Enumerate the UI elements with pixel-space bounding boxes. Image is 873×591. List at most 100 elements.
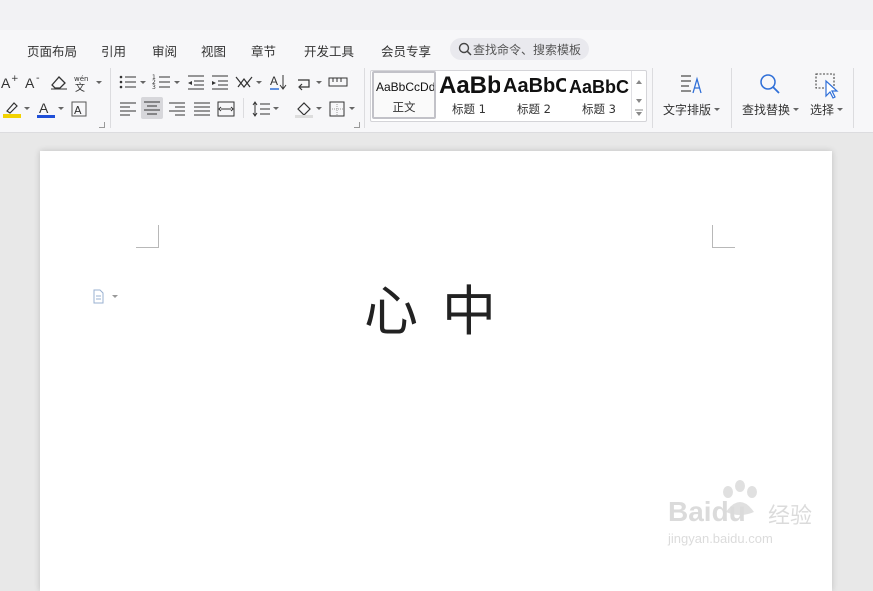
decrease-font-size-button[interactable]: A-	[24, 72, 46, 92]
tab-view[interactable]: 视图	[201, 41, 226, 60]
show-hide-marks-button[interactable]	[294, 72, 316, 92]
styles-gallery: AaBbCcDd 正文 AaBb 标题 1 AaBbC 标题 2 AaBbC 标…	[370, 70, 647, 122]
phonetic-guide-button[interactable]: wén 文	[72, 72, 94, 92]
shading-button[interactable]	[294, 99, 316, 119]
chinese-layout-icon	[235, 76, 253, 88]
svg-text:wén: wén	[74, 75, 88, 83]
chinese-layout-button[interactable]	[234, 72, 256, 92]
increase-indent-button[interactable]	[210, 72, 232, 92]
numbered-list-button[interactable]: 123	[152, 72, 174, 92]
style-preview: AaBbCcDd	[376, 80, 436, 94]
chevron-down-icon[interactable]	[24, 106, 30, 112]
chevron-down-icon	[837, 108, 843, 111]
chevron-down-icon[interactable]	[174, 80, 180, 86]
character-border-button[interactable]: A	[70, 99, 92, 119]
font-color-button[interactable]: A	[36, 99, 58, 119]
bullet-list-button[interactable]	[118, 72, 140, 92]
style-preview: AaBbC	[503, 75, 566, 97]
justify-button[interactable]	[191, 99, 213, 119]
document-body-text[interactable]: 心中	[364, 267, 520, 346]
align-center-icon	[144, 101, 160, 115]
chevron-down-icon[interactable]	[58, 106, 64, 112]
numbered-list-icon: 123	[152, 74, 170, 91]
text-layout-label: 文字排版	[663, 103, 712, 117]
tab-member-exclusive[interactable]: 会员专享	[381, 41, 431, 60]
style-heading-1[interactable]: AaBb 标题 1	[438, 71, 500, 119]
style-heading-3[interactable]: AaBbC 标题 3	[568, 71, 630, 119]
decrease-indent-button[interactable]	[186, 72, 208, 92]
tab-references[interactable]: 引用	[101, 41, 126, 60]
select-button[interactable]: 选择	[810, 70, 850, 122]
command-search-box[interactable]: 查找命令、搜索模板	[450, 38, 589, 60]
search-placeholder: 查找命令、搜索模板	[473, 43, 582, 57]
toolbar-separator	[731, 68, 732, 128]
line-spacing-icon	[252, 101, 270, 117]
align-left-button[interactable]	[117, 99, 139, 119]
watermark-url: jingyan.baidu.com	[668, 531, 773, 546]
tab-chapter[interactable]: 章节	[251, 41, 276, 60]
chevron-down-icon[interactable]	[316, 80, 322, 86]
borders-icon	[329, 101, 345, 117]
svg-text:文: 文	[75, 81, 85, 92]
align-right-button[interactable]	[166, 99, 188, 119]
sort-button[interactable]: A	[268, 72, 290, 92]
distributed-align-button[interactable]	[216, 99, 238, 119]
borders-button[interactable]	[327, 99, 349, 119]
chevron-down-icon[interactable]	[256, 80, 262, 86]
style-name: 标题 2	[517, 102, 551, 116]
ruler-button[interactable]	[328, 72, 350, 92]
svg-text:A: A	[74, 104, 82, 117]
paragraph-dialog-launcher[interactable]	[354, 122, 360, 128]
paint-bucket-icon	[295, 102, 313, 118]
highlight-color-button[interactable]	[2, 99, 24, 119]
indent-icon	[212, 75, 228, 90]
chevron-down-icon[interactable]	[140, 80, 146, 86]
cursor-select-icon	[815, 73, 839, 99]
svg-text:A: A	[1, 75, 11, 91]
font-color-icon: A	[37, 100, 55, 118]
sort-icon: A	[270, 74, 287, 90]
menu-bar: 页面布局 引用 审阅 视图 章节 开发工具 会员专享	[0, 30, 873, 66]
style-name: 标题 3	[582, 102, 616, 116]
chevron-down-icon[interactable]	[96, 80, 102, 86]
watermark-brand-cn: 经验	[768, 504, 813, 529]
magnifier-icon	[760, 74, 780, 94]
character-border-icon: A	[71, 101, 87, 117]
watermark-brand: Baidu	[668, 496, 746, 527]
select-label: 选择	[810, 103, 835, 117]
toolbar-separator	[243, 98, 244, 118]
style-normal[interactable]: AaBbCcDd 正文	[372, 71, 436, 119]
scroll-arrows-icon	[635, 80, 643, 116]
font-grow-icon: A +	[1, 74, 19, 91]
chevron-down-icon[interactable]	[316, 106, 322, 112]
styles-scrollbar[interactable]	[631, 71, 646, 119]
text-layout-icon	[681, 75, 702, 94]
distribute-icon	[217, 101, 235, 117]
svg-text:A: A	[39, 100, 49, 116]
style-heading-2[interactable]: AaBbC 标题 2	[502, 71, 566, 119]
increase-font-size-button[interactable]: A +	[0, 72, 22, 92]
chevron-down-icon[interactable]	[273, 106, 279, 112]
font-dialog-launcher[interactable]	[99, 122, 105, 128]
tab-page-layout[interactable]: 页面布局	[27, 41, 77, 60]
toolbar-separator	[110, 68, 111, 128]
highlighter-icon	[3, 102, 21, 118]
align-right-icon	[169, 102, 185, 116]
find-replace-button[interactable]: 查找替换	[742, 70, 802, 122]
line-spacing-button[interactable]	[251, 99, 273, 119]
toolbar-separator	[364, 68, 365, 128]
baidu-watermark: Baidu 经验 jingyan.baidu.com	[668, 478, 828, 552]
paragraph-handle[interactable]	[92, 289, 122, 305]
chevron-down-icon[interactable]	[349, 106, 355, 112]
tab-review[interactable]: 审阅	[152, 41, 177, 60]
font-shrink-icon: A-	[25, 73, 40, 91]
align-center-button[interactable]	[141, 97, 163, 119]
svg-text:A: A	[270, 74, 278, 88]
align-left-icon	[120, 102, 136, 116]
tab-developer-tools[interactable]: 开发工具	[304, 41, 354, 60]
clear-format-button[interactable]	[48, 72, 70, 92]
svg-text:A: A	[25, 75, 35, 91]
chevron-down-icon	[793, 108, 799, 111]
text-layout-button[interactable]: 文字排版	[663, 70, 723, 122]
style-name: 标题 1	[452, 102, 486, 116]
